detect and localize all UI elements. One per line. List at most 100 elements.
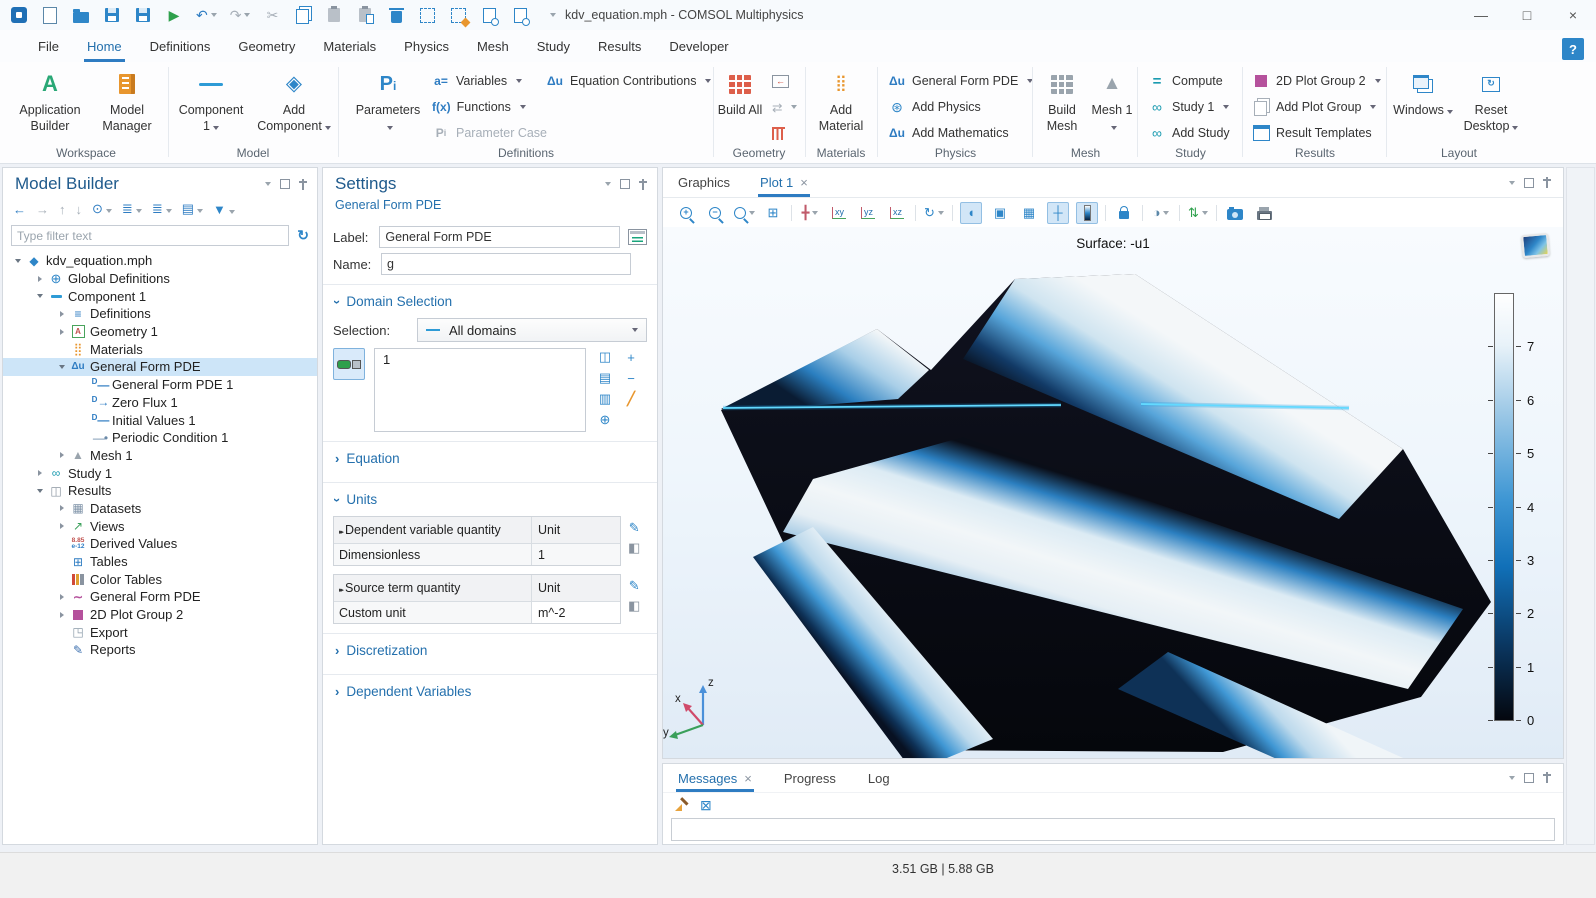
expander-icon[interactable] — [55, 329, 69, 335]
application-builder-button[interactable]: A Application Builder — [10, 69, 90, 134]
tree-item-general-form-pde-1[interactable]: D— General Form PDE 1 — [3, 376, 317, 394]
equation-contributions-button[interactable]: Δu Equation Contributions — [546, 70, 711, 92]
edit-quantity-button[interactable]: ✎ — [629, 578, 640, 594]
cut-icon[interactable]: ✂ — [263, 5, 281, 25]
build-all-button[interactable]: Build All — [716, 69, 764, 119]
build-mesh-button[interactable]: Build Mesh — [1038, 69, 1086, 134]
view-yz-button[interactable]: yz — [857, 202, 879, 224]
study-1-button[interactable]: ∞ Study 1 — [1148, 96, 1229, 118]
component-1-button[interactable]: Component 1 — [178, 69, 244, 134]
print-icon[interactable] — [1253, 202, 1275, 224]
add-material-button[interactable]: ⣿ Add Material — [808, 69, 874, 134]
panel-menu-icon[interactable] — [1509, 776, 1515, 780]
find-icon[interactable] — [480, 5, 498, 25]
model-tree-nodes-icon[interactable]: ▤ — [182, 201, 203, 217]
tree-item-general-form-pde[interactable]: Δu General Form PDE — [3, 358, 317, 376]
menu-study[interactable]: Study — [523, 30, 584, 62]
section-dependent-variables[interactable]: › Dependent Variables — [333, 675, 647, 706]
collapse-all-icon[interactable]: ≣ — [122, 201, 142, 217]
collapsed-side-strip[interactable] — [1566, 167, 1595, 845]
new-file-icon[interactable] — [41, 5, 59, 25]
name-field[interactable] — [381, 253, 631, 275]
toolbar-overflow-icon[interactable] — [542, 5, 560, 25]
active-selection-toggle[interactable] — [333, 348, 365, 380]
physics-interface-button[interactable]: Δu General Form PDE — [888, 70, 1033, 92]
expander-icon[interactable] — [55, 523, 69, 529]
parameters-button[interactable]: Pi Parameters — [352, 69, 424, 134]
import-geometry-button[interactable]: ← — [772, 70, 789, 92]
section-units[interactable]: › Units — [333, 483, 647, 514]
compute-button[interactable]: = Compute — [1148, 70, 1223, 92]
tree-item-initial-values-1[interactable]: D— Initial Values 1 — [3, 411, 317, 429]
float-panel-icon[interactable] — [280, 179, 290, 189]
zoom-extents-icon[interactable]: ⊞ — [762, 202, 784, 224]
minimize-button[interactable]: — — [1458, 0, 1504, 30]
help-button[interactable]: ? — [1562, 38, 1584, 60]
pin-panel-icon[interactable] — [299, 179, 307, 190]
tree-item-datasets[interactable]: ▦ Datasets — [3, 500, 317, 518]
tab-plot-1[interactable]: Plot 1 × — [760, 168, 808, 197]
tree-item-export[interactable]: ◳ Export — [3, 623, 317, 641]
tree-item-results[interactable]: ◫ Results — [3, 482, 317, 500]
close-tab-icon[interactable]: × — [800, 175, 808, 190]
duplicate-icon[interactable] — [356, 5, 374, 25]
expander-icon[interactable] — [33, 276, 47, 282]
float-panel-icon[interactable] — [1524, 178, 1534, 188]
table-row[interactable]: Custom unit m^-2 — [334, 602, 620, 623]
rename-button[interactable] — [628, 229, 647, 245]
edit-quantity-button[interactable]: ✎ — [629, 520, 640, 536]
expander-icon[interactable] — [11, 259, 25, 263]
tree-item-root[interactable]: ◆ kdv_equation.mph — [3, 252, 317, 270]
tab-messages[interactable]: Messages × — [678, 764, 752, 792]
table-row[interactable]: Dimensionless 1 — [334, 544, 620, 565]
move-down-icon[interactable]: ↓ — [76, 202, 83, 217]
tree-item-periodic-condition-1[interactable]: —• Periodic Condition 1 — [3, 429, 317, 447]
clear-table-icon[interactable]: ⊠ — [700, 797, 712, 814]
tab-log[interactable]: Log — [868, 764, 890, 792]
environment-reflections-icon[interactable]: ◑ — [1150, 202, 1172, 224]
expander-icon[interactable] — [55, 594, 69, 600]
rotate-view-icon[interactable]: ↻ — [923, 202, 945, 224]
pin-panel-icon[interactable] — [1543, 772, 1551, 783]
expander-icon[interactable] — [55, 311, 69, 317]
float-panel-icon[interactable] — [620, 179, 630, 189]
paste-icon[interactable] — [325, 5, 343, 25]
move-up-icon[interactable]: ↑ — [59, 202, 66, 217]
functions-button[interactable]: f(x) Functions — [432, 96, 526, 118]
section-equation[interactable]: › Equation — [333, 442, 647, 473]
label-field[interactable] — [379, 226, 619, 248]
copy-selection-button[interactable]: ▤ — [595, 369, 615, 387]
select-box-icon[interactable] — [418, 5, 436, 25]
menu-developer[interactable]: Developer — [655, 30, 742, 62]
unit-field-button[interactable]: ◧ — [628, 540, 640, 556]
tree-item-component-1[interactable]: Component 1 — [3, 287, 317, 305]
zoom-in-icon[interactable]: + — [675, 202, 697, 224]
paste-selection-button[interactable]: ▥ — [595, 390, 615, 408]
deselect-box-icon[interactable] — [449, 5, 467, 25]
run-icon[interactable]: ▶ — [165, 5, 183, 25]
tree-item-materials[interactable]: ⣿ Materials — [3, 340, 317, 358]
windows-button[interactable]: Windows — [1392, 69, 1454, 119]
add-mathematics-button[interactable]: Δu Add Mathematics — [888, 122, 1009, 144]
tree-item-derived-values[interactable]: Derived Values — [3, 535, 317, 553]
clear-selection-button[interactable]: ╱ — [621, 390, 641, 408]
menu-file[interactable]: File — [24, 30, 73, 62]
add-component-button[interactable]: ◈ Add Component — [254, 69, 334, 134]
expander-icon[interactable] — [55, 505, 69, 511]
expand-all-icon[interactable]: ≣ — [152, 201, 172, 217]
copy-icon[interactable] — [294, 5, 312, 25]
snapshot-icon[interactable] — [1224, 202, 1246, 224]
view-xz-button[interactable]: xz — [886, 202, 908, 224]
tree-item-color-tables[interactable]: Color Tables — [3, 570, 317, 588]
refresh-icon[interactable]: ↻ — [297, 227, 309, 244]
remove-from-selection-button[interactable]: − — [621, 369, 641, 387]
float-panel-icon[interactable] — [1524, 773, 1534, 783]
tree-item-results-general-form-pde[interactable]: ∼ General Form PDE — [3, 588, 317, 606]
variables-button[interactable]: a= Variables — [432, 70, 522, 92]
panel-menu-icon[interactable] — [265, 182, 271, 186]
result-templates-button[interactable]: Result Templates — [1252, 122, 1372, 144]
save-as-icon[interactable] — [134, 5, 152, 25]
expander-icon[interactable] — [33, 294, 47, 298]
expander-icon[interactable] — [33, 470, 47, 476]
tree-item-mesh-1[interactable]: ▲ Mesh 1 — [3, 447, 317, 465]
